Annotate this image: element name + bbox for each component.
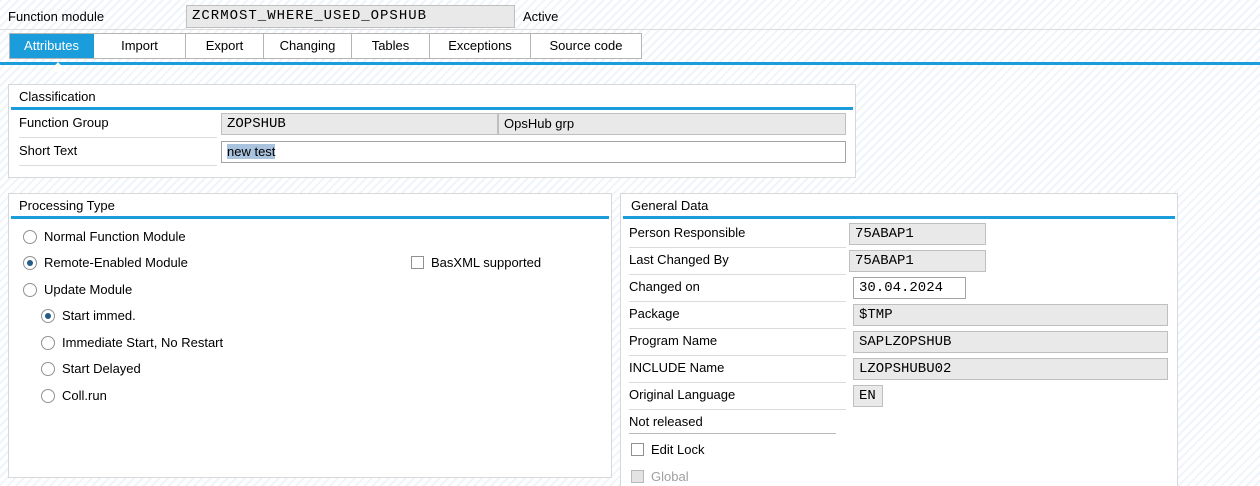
original-language-field[interactable]: EN xyxy=(853,385,883,407)
radio-label: Remote-Enabled Module xyxy=(44,255,188,270)
radio-label: Normal Function Module xyxy=(44,229,186,244)
person-responsible-label: Person Responsible xyxy=(629,223,846,248)
include-name-field[interactable]: LZOPSHUBU02 xyxy=(853,358,1168,380)
radio-icon[interactable] xyxy=(23,230,37,244)
processing-type-group: Processing Type Normal Function Module R… xyxy=(8,193,612,478)
checkbox-icon[interactable] xyxy=(631,443,644,456)
original-language-label: Original Language xyxy=(629,385,846,410)
radio-icon[interactable] xyxy=(41,389,55,403)
tab-changing[interactable]: Changing xyxy=(264,34,352,58)
tab-attributes[interactable]: Attributes xyxy=(10,34,94,58)
changed-on-field[interactable]: 30.04.2024 xyxy=(853,277,966,299)
tab-export[interactable]: Export xyxy=(186,34,264,58)
radio-update-module[interactable]: Update Module xyxy=(23,282,132,297)
classification-title: Classification xyxy=(19,89,96,104)
last-changed-by-field[interactable]: 75ABAP1 xyxy=(849,250,986,272)
processing-type-title: Processing Type xyxy=(19,198,115,213)
radio-normal-function-module[interactable]: Normal Function Module xyxy=(23,229,186,244)
selected-text: new test xyxy=(227,144,275,159)
checkbox-icon[interactable] xyxy=(411,256,424,269)
person-responsible-field[interactable]: 75ABAP1 xyxy=(849,223,986,245)
checkbox-basxml-supported[interactable]: BasXML supported xyxy=(411,255,541,270)
checkbox-global: Global xyxy=(631,469,689,484)
program-name-field[interactable]: SAPLZOPSHUB xyxy=(853,331,1168,353)
package-field[interactable]: $TMP xyxy=(853,304,1168,326)
radio-icon[interactable] xyxy=(41,362,55,376)
short-text-label: Short Text xyxy=(19,141,217,166)
radio-label: Update Module xyxy=(44,282,132,297)
radio-icon[interactable] xyxy=(41,336,55,350)
tab-tables[interactable]: Tables xyxy=(352,34,430,58)
radio-immediate-start-no-restart[interactable]: Immediate Start, No Restart xyxy=(41,335,223,350)
top-separator xyxy=(0,29,1260,30)
package-label: Package xyxy=(629,304,846,329)
changed-on-label: Changed on xyxy=(629,277,846,302)
radio-coll-run[interactable]: Coll.run xyxy=(41,388,107,403)
tab-import[interactable]: Import xyxy=(94,34,186,58)
radio-label: Immediate Start, No Restart xyxy=(62,335,223,350)
radio-remote-enabled-module[interactable]: Remote-Enabled Module xyxy=(23,255,188,270)
radio-start-delayed[interactable]: Start Delayed xyxy=(41,361,141,376)
classification-group: Classification Function Group ZOPSHUB Op… xyxy=(8,84,856,178)
radio-label: Start immed. xyxy=(62,308,136,323)
radio-label: Coll.run xyxy=(62,388,107,403)
include-name-label: INCLUDE Name xyxy=(629,358,846,383)
general-data-title: General Data xyxy=(631,198,708,213)
checkbox-label: BasXML supported xyxy=(431,255,541,270)
radio-icon-selected[interactable] xyxy=(41,309,55,323)
not-released-text: Not released xyxy=(629,413,836,434)
radio-icon[interactable] xyxy=(23,283,37,297)
tab-source-code[interactable]: Source code xyxy=(531,34,641,58)
general-data-accent-line xyxy=(623,216,1175,219)
radio-start-immed[interactable]: Start immed. xyxy=(41,308,136,323)
checkbox-label: Edit Lock xyxy=(651,442,704,457)
function-module-label: Function module xyxy=(8,9,104,25)
program-name-label: Program Name xyxy=(629,331,846,356)
classification-accent-line xyxy=(11,107,853,110)
radio-icon-selected[interactable] xyxy=(23,256,37,270)
checkbox-icon-disabled xyxy=(631,470,644,483)
selected-tab-notch xyxy=(49,62,67,72)
general-data-group: General Data Person Responsible 75ABAP1 … xyxy=(620,193,1178,486)
tab-exceptions[interactable]: Exceptions xyxy=(430,34,531,58)
status-text: Active xyxy=(523,9,558,25)
short-text-input[interactable]: new test xyxy=(221,141,846,163)
processing-type-accent-line xyxy=(11,216,609,219)
function-group-label: Function Group xyxy=(19,113,217,138)
radio-label: Start Delayed xyxy=(62,361,141,376)
tab-strip: Attributes Import Export Changing Tables… xyxy=(9,33,642,59)
tab-accent-line xyxy=(0,62,1260,65)
checkbox-edit-lock[interactable]: Edit Lock xyxy=(631,442,704,457)
function-group-input[interactable]: ZOPSHUB xyxy=(221,113,498,135)
last-changed-by-label: Last Changed By xyxy=(629,250,846,275)
checkbox-label: Global xyxy=(651,469,689,484)
function-group-description: OpsHub grp xyxy=(498,113,846,135)
function-module-input[interactable]: ZCRMOST_WHERE_USED_OPSHUB xyxy=(186,5,515,28)
